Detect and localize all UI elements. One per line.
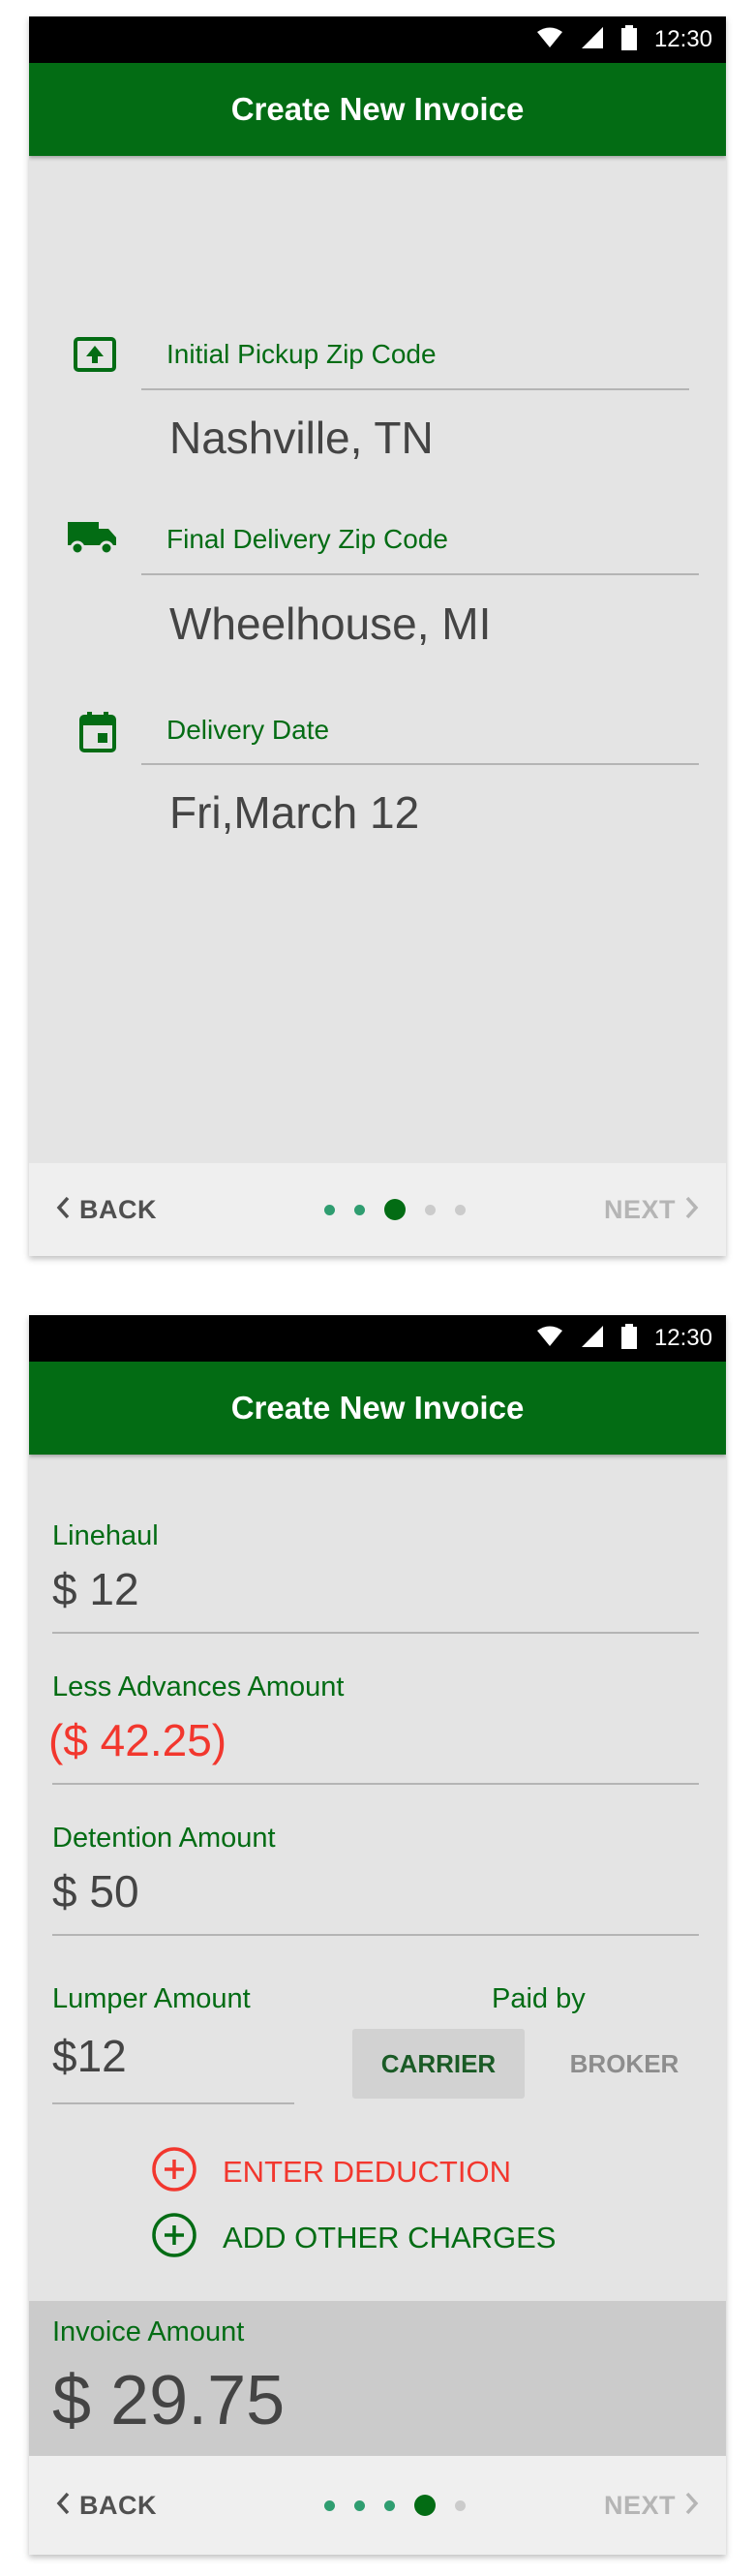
status-time: 12:30 [653, 26, 712, 52]
page-title: Create New Invoice [230, 1390, 525, 1426]
linehaul-field[interactable]: $ 12 [52, 1563, 139, 1615]
invoice-amount-value: $ 29.75 [52, 2362, 286, 2439]
step-dot-current [414, 2495, 436, 2516]
pickup-zip-divider [141, 388, 689, 390]
advances-divider [52, 1783, 699, 1785]
screen-route-details: 12:30 Create New Invoice Initial Pickup … [29, 16, 726, 1256]
truck-icon [68, 520, 118, 562]
delivery-zip-label: Final Delivery Zip Code [166, 524, 448, 554]
step-dot [455, 1204, 466, 1215]
step-dot [354, 1204, 365, 1215]
chevron-right-icon [685, 1196, 699, 1224]
step-dot [324, 1204, 335, 1215]
screen-charges: 12:30 Create New Invoice Linehaul $ 12 L… [29, 1315, 726, 2555]
step-dot [455, 2499, 466, 2511]
detention-divider [52, 1934, 699, 1936]
app-bar: Create New Invoice [29, 63, 726, 156]
paid-by-broker-toggle[interactable]: BROKER [538, 2029, 710, 2099]
next-label: NEXT [603, 2490, 676, 2520]
step-dot [425, 1204, 436, 1215]
step-dot [324, 2499, 335, 2511]
next-button[interactable]: NEXT [604, 2456, 699, 2555]
add-other-charges-label: ADD OTHER CHARGES [223, 2220, 557, 2254]
app-bar: Create New Invoice [29, 1362, 726, 1455]
wizard-nav-bar: BACK NEXT [29, 1163, 726, 1256]
step-dot-current [384, 1199, 406, 1220]
enter-deduction-button[interactable]: ENTER DEDUCTION [151, 2146, 511, 2197]
advances-field[interactable]: ($ 42.25) [48, 1714, 226, 1766]
next-label: NEXT [603, 1194, 676, 1224]
add-other-charges-button[interactable]: ADD OTHER CHARGES [151, 2212, 556, 2263]
linehaul-divider [52, 1632, 699, 1634]
signal-icon [581, 1325, 604, 1353]
plus-circle-icon [151, 2212, 197, 2263]
calendar-icon [79, 712, 116, 757]
lumper-field[interactable]: $12 [52, 2030, 127, 2082]
pickup-zip-label: Initial Pickup Zip Code [166, 339, 437, 369]
lumper-divider [52, 2102, 294, 2104]
chevron-right-icon [685, 2492, 699, 2520]
delivery-zip-divider [141, 573, 699, 575]
detention-label: Detention Amount [52, 1823, 276, 1854]
lumper-label: Lumper Amount [52, 1983, 251, 2014]
pickup-upload-icon [74, 337, 116, 377]
signal-icon [581, 26, 604, 54]
step-dot [384, 2499, 395, 2511]
delivery-zip-field[interactable]: Wheelhouse, MI [169, 598, 491, 650]
delivery-date-divider [141, 763, 699, 765]
invoice-total-panel: Invoice Amount $ 29.75 [29, 2301, 726, 2456]
pickup-zip-field[interactable]: Nashville, TN [169, 412, 434, 464]
plus-circle-icon [151, 2146, 197, 2197]
next-button[interactable]: NEXT [604, 1163, 699, 1256]
page-title: Create New Invoice [230, 91, 525, 127]
paid-by-label: Paid by [492, 1983, 586, 2014]
wifi-icon [536, 27, 563, 53]
invoice-amount-label: Invoice Amount [52, 2316, 245, 2347]
detention-field[interactable]: $ 50 [52, 1865, 139, 1917]
wifi-icon [536, 1326, 563, 1352]
paid-by-carrier-toggle[interactable]: CARRIER [352, 2029, 525, 2099]
enter-deduction-label: ENTER DEDUCTION [223, 2154, 511, 2189]
battery-icon [620, 1323, 637, 1354]
delivery-date-label: Delivery Date [166, 715, 330, 745]
status-bar: 12:30 [29, 16, 726, 63]
linehaul-label: Linehaul [52, 1520, 159, 1551]
status-bar: 12:30 [29, 1315, 726, 1362]
status-time: 12:30 [653, 1325, 712, 1351]
delivery-date-field[interactable]: Fri,March 12 [169, 786, 419, 839]
battery-icon [620, 24, 637, 55]
advances-label: Less Advances Amount [52, 1671, 345, 1702]
wizard-nav-bar: BACK NEXT [29, 2456, 726, 2555]
step-dot [354, 2499, 365, 2511]
